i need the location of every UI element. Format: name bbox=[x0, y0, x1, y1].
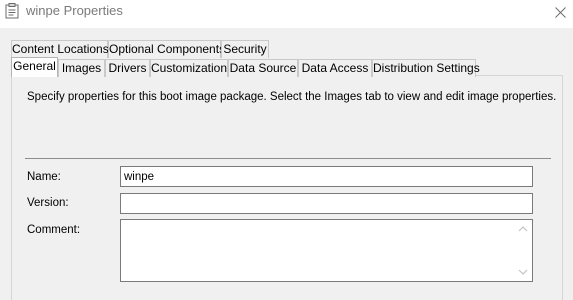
tab-label: Data Access bbox=[301, 61, 369, 75]
tab-images[interactable]: Images bbox=[58, 59, 105, 77]
name-label: Name: bbox=[27, 171, 61, 183]
tab-content-locations[interactable]: Content Locations bbox=[11, 40, 109, 58]
scroll-up-icon[interactable] bbox=[518, 224, 528, 234]
tab-label: Images bbox=[61, 61, 102, 75]
tab-label: Optional Components bbox=[109, 42, 226, 56]
tab-optional-components[interactable]: Optional Components bbox=[108, 40, 225, 58]
version-field[interactable] bbox=[120, 193, 533, 214]
tab-label: Security bbox=[223, 42, 267, 56]
comment-label: Comment: bbox=[27, 224, 81, 236]
tab-customization[interactable]: Customization bbox=[150, 59, 228, 77]
tab-general[interactable]: General bbox=[11, 57, 58, 77]
comment-scrollbar[interactable] bbox=[515, 220, 532, 281]
close-button[interactable] bbox=[548, 1, 572, 23]
separator bbox=[25, 158, 551, 159]
window-title: winpe Properties bbox=[26, 3, 123, 18]
description-text: Specify properties for this boot image p… bbox=[27, 91, 557, 103]
name-field[interactable] bbox=[120, 166, 533, 187]
tab-data-access[interactable]: Data Access bbox=[298, 59, 372, 77]
properties-document-icon bbox=[5, 3, 19, 19]
scroll-down-icon[interactable] bbox=[518, 267, 528, 277]
version-label: Version: bbox=[27, 197, 69, 209]
title-bar: winpe Properties bbox=[0, 0, 573, 28]
tab-security[interactable]: Security bbox=[221, 40, 269, 58]
comment-field[interactable] bbox=[120, 219, 533, 282]
close-icon bbox=[554, 6, 566, 18]
tab-label: Content Locations bbox=[12, 42, 109, 56]
tab-label: Drivers bbox=[108, 61, 147, 75]
tab-drivers[interactable]: Drivers bbox=[105, 59, 150, 77]
tab-distribution-settings[interactable]: Distribution Settings bbox=[372, 59, 480, 77]
tab-data-source[interactable]: Data Source bbox=[228, 59, 298, 77]
tab-label: Distribution Settings bbox=[373, 61, 480, 75]
tab-label: General bbox=[13, 59, 56, 73]
tab-label: Data Source bbox=[229, 61, 297, 75]
tab-label: Customization bbox=[151, 61, 228, 75]
